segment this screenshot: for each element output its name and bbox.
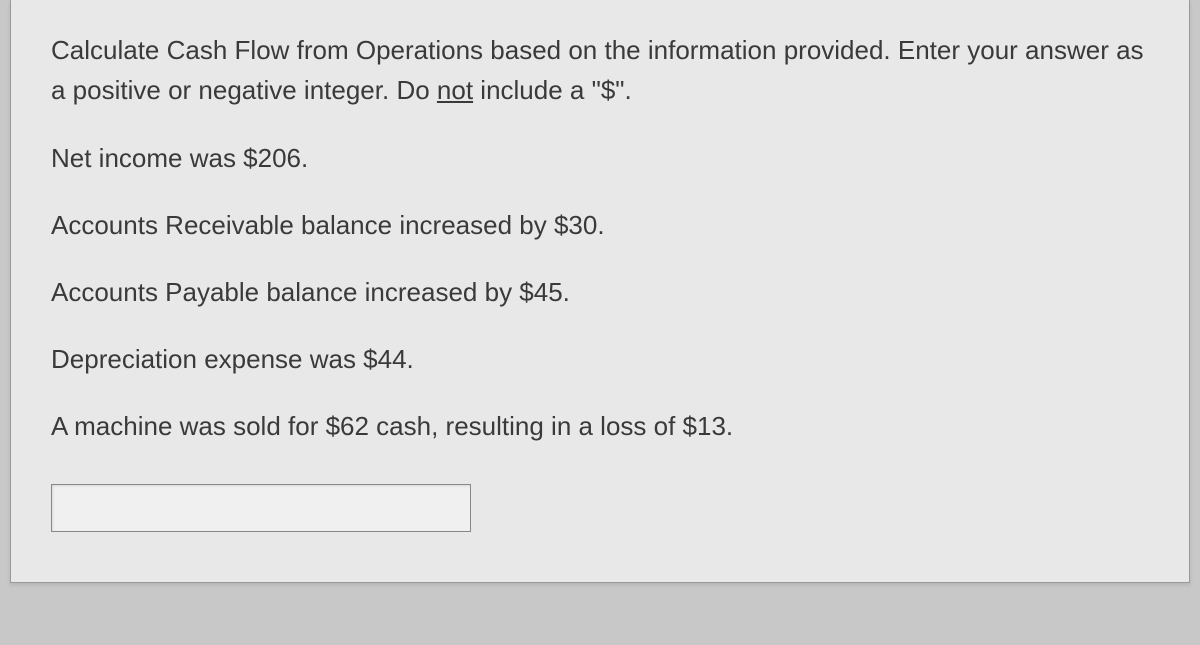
answer-input[interactable] <box>51 484 471 532</box>
info-accounts-payable: Accounts Payable balance increased by $4… <box>51 273 1149 312</box>
info-machine-sale: A machine was sold for $62 cash, resulti… <box>51 407 1149 446</box>
question-prompt: Calculate Cash Flow from Operations base… <box>51 30 1149 111</box>
prompt-underlined: not <box>437 75 473 105</box>
info-depreciation: Depreciation expense was $44. <box>51 340 1149 379</box>
prompt-part2: include a "$". <box>473 75 632 105</box>
info-net-income: Net income was $206. <box>51 139 1149 178</box>
info-accounts-receivable: Accounts Receivable balance increased by… <box>51 206 1149 245</box>
question-card: Calculate Cash Flow from Operations base… <box>10 0 1190 583</box>
